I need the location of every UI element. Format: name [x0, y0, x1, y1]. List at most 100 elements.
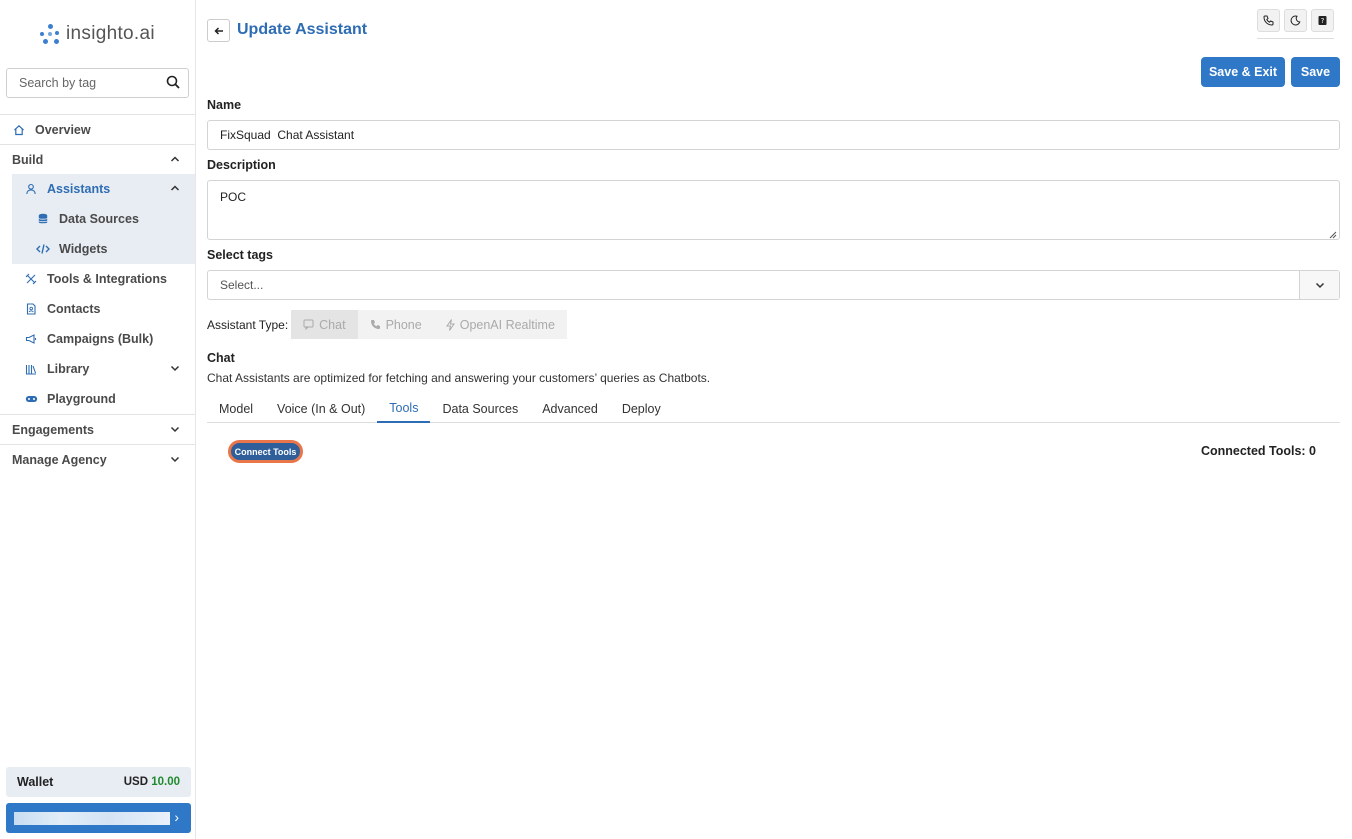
chevron-up-icon [169, 182, 181, 194]
main-content: Update Assistant ? Save & Exit Save Name… [207, 0, 1340, 839]
sidebar-item-assistants[interactable]: Assistants [12, 174, 195, 204]
sidebar-item-label: Manage Agency [12, 452, 107, 467]
code-icon [36, 242, 50, 256]
chevron-down-icon [169, 453, 181, 465]
assistant-type-chat[interactable]: Chat [291, 310, 358, 339]
sidebar-item-label: Overview [35, 122, 91, 137]
sidebar-item-engagements[interactable]: Engagements [0, 414, 195, 444]
brand-name: insighto.ai [66, 23, 155, 44]
sidebar-item-widgets[interactable]: Widgets [12, 234, 195, 264]
chevron-down-icon [169, 362, 181, 374]
moon-icon [1290, 15, 1301, 26]
sidebar-item-label: Build [12, 152, 44, 167]
sidebar: insighto.ai Overview Build Assistants [0, 0, 196, 839]
description-label: Description [207, 158, 276, 172]
chevron-right-icon: › [174, 809, 179, 825]
wallet-summary[interactable]: Wallet USD 10.00 [6, 767, 191, 797]
description-value: POC [220, 190, 247, 204]
sidebar-item-label: Library [47, 362, 90, 376]
tag-search-input[interactable] [19, 76, 159, 90]
sidebar-item-manage-agency[interactable]: Manage Agency [0, 444, 195, 474]
name-value: FixSquad Chat Assistant [220, 128, 355, 142]
sidebar-item-label: Playground [47, 392, 116, 406]
chat-icon [303, 319, 314, 330]
wallet-currency: USD [123, 776, 149, 788]
tag-search [6, 68, 189, 98]
sidebar-nav: Overview Build Assistants Data Sources W… [0, 114, 195, 474]
name-field[interactable]: FixSquad Chat Assistant [207, 120, 1340, 150]
name-label: Name [207, 98, 242, 112]
assistant-type-label-realtime: OpenAI Realtime [459, 317, 555, 332]
phone-call-button[interactable] [1257, 9, 1280, 32]
tags-dropdown-toggle[interactable] [1299, 271, 1339, 299]
logo-mark-icon [40, 24, 60, 44]
back-button[interactable] [207, 19, 230, 42]
phone-icon [370, 320, 380, 329]
chevron-down-icon [169, 423, 181, 435]
sidebar-item-label: Engagements [12, 422, 94, 437]
assistant-type-label-phone: Phone [385, 317, 422, 332]
connect-tools-button[interactable]: Connect Tools [228, 440, 303, 463]
dark-mode-toggle[interactable] [1284, 9, 1307, 32]
assistant-type-row: Assistant Type: Chat Phone OpenAI Realti… [207, 310, 567, 339]
chevron-up-icon [169, 153, 181, 165]
redacted-account-name [14, 812, 170, 825]
top-toolbar: ? [1257, 9, 1334, 39]
account-switcher[interactable]: › [6, 803, 191, 833]
chat-section-description: Chat Assistants are optimized for fetchi… [207, 371, 711, 385]
gamepad-icon [24, 392, 38, 406]
wallet-label: Wallet [17, 775, 54, 789]
sidebar-item-label: Widgets [59, 242, 108, 256]
tab-model[interactable]: Model [207, 394, 265, 423]
sidebar-item-overview[interactable]: Overview [0, 114, 195, 144]
sidebar-item-playground[interactable]: Playground [0, 384, 195, 414]
help-button[interactable]: ? [1311, 9, 1334, 32]
tab-deploy[interactable]: Deploy [610, 394, 673, 423]
assistant-type-openai-realtime[interactable]: OpenAI Realtime [434, 310, 567, 339]
sidebar-item-label: Contacts [47, 302, 101, 316]
search-icon[interactable] [166, 75, 180, 92]
chevron-down-icon [1315, 282, 1324, 289]
tab-voice[interactable]: Voice (In & Out) [265, 394, 377, 423]
sidebar-item-library[interactable]: Library [0, 354, 195, 384]
save-exit-button[interactable]: Save & Exit [1201, 57, 1285, 87]
assistant-type-label: Assistant Type: [207, 317, 289, 332]
sidebar-item-label: Tools & Integrations [47, 272, 167, 286]
chat-section-title: Chat [207, 351, 235, 365]
sidebar-item-contacts[interactable]: Contacts [0, 294, 195, 324]
svg-text:?: ? [1321, 17, 1325, 25]
resize-handle-icon[interactable] [1328, 228, 1337, 239]
arrow-left-icon [213, 26, 223, 35]
help-icon: ? [1318, 16, 1327, 25]
library-icon [24, 362, 38, 376]
tools-icon [24, 272, 38, 286]
sidebar-item-label: Data Sources [59, 212, 139, 226]
description-field[interactable]: POC [207, 180, 1340, 240]
tab-advanced[interactable]: Advanced [530, 394, 610, 423]
sidebar-item-label: Campaigns (Bulk) [47, 332, 154, 346]
user-icon [24, 182, 38, 196]
save-button[interactable]: Save [1291, 57, 1340, 87]
connected-tools-count: Connected Tools: 0 [1200, 444, 1316, 458]
tags-select[interactable]: Select... [207, 270, 1340, 300]
sidebar-item-label: Assistants [47, 182, 111, 196]
sidebar-item-tools-integrations[interactable]: Tools & Integrations [0, 264, 195, 294]
wallet-amount: 10.00 [151, 776, 180, 788]
page-title: Update Assistant [237, 21, 368, 38]
tab-tools[interactable]: Tools [377, 394, 431, 423]
tags-placeholder: Select... [220, 278, 264, 292]
assistant-type-selector: Chat Phone OpenAI Realtime [291, 310, 567, 339]
wallet-balance: USD 10.00 [124, 776, 180, 788]
build-group: Assistants Data Sources Widgets [12, 174, 195, 264]
phone-icon [1263, 15, 1274, 26]
sidebar-item-campaigns[interactable]: Campaigns (Bulk) [0, 324, 195, 354]
sidebar-item-data-sources[interactable]: Data Sources [12, 204, 195, 234]
home-icon [12, 123, 26, 137]
brand-logo[interactable]: insighto.ai [40, 22, 155, 46]
contacts-icon [24, 302, 38, 316]
lightning-icon [445, 318, 455, 331]
tags-label: Select tags [207, 248, 274, 262]
tab-data-sources[interactable]: Data Sources [430, 394, 530, 423]
assistant-type-phone[interactable]: Phone [358, 310, 434, 339]
sidebar-item-build[interactable]: Build [0, 144, 195, 174]
